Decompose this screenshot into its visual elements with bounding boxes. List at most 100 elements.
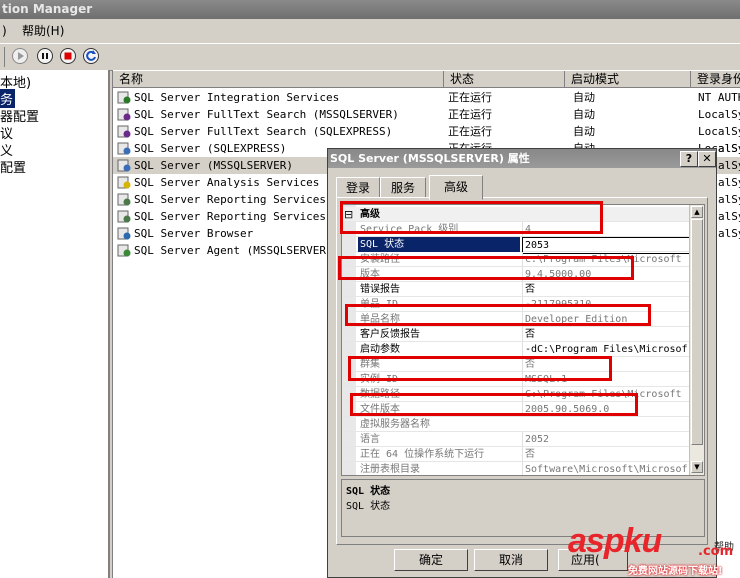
service-logon-fragment: alSy xyxy=(718,176,740,189)
property-name: 注册表根目录 xyxy=(360,464,420,475)
ok-button[interactable]: 确定 xyxy=(394,549,468,571)
service-logon-fragment: alSy xyxy=(718,210,740,223)
cube-icon xyxy=(117,175,131,189)
scroll-down-icon[interactable]: ▼ xyxy=(691,461,703,473)
scroll-up-icon[interactable]: ▲ xyxy=(691,206,703,218)
browser-icon xyxy=(117,226,131,240)
property-row[interactable]: 语言 2052 xyxy=(342,432,692,447)
service-start-mode: 自动 xyxy=(573,91,595,104)
service-row[interactable]: SQL Server Integration Services 正在运行 自动 NT … xyxy=(113,89,740,106)
stop-icon[interactable] xyxy=(60,48,76,64)
service-row[interactable]: SQL Server FullText Search (SQLEXPRESS) 正… xyxy=(113,123,740,140)
highlight-box xyxy=(348,356,612,381)
property-row[interactable]: SQL 状态 2053 xyxy=(342,237,692,254)
description-text: SQL 状态 xyxy=(346,501,391,512)
service-name: SQL Server (SQLEXPRESS) xyxy=(134,142,287,155)
report-icon xyxy=(117,209,131,223)
property-name: 启动参数 xyxy=(360,344,400,355)
service-logon: LocalSy xyxy=(698,108,740,121)
tree-item-client-config[interactable]: 配置 xyxy=(0,157,26,176)
help-button[interactable]: ? xyxy=(680,151,698,167)
abc-icon xyxy=(117,107,131,121)
service-name: SQL Server (MSSQLSERVER) xyxy=(134,159,293,172)
service-start-mode: 自动 xyxy=(573,125,595,138)
scroll-thumb[interactable] xyxy=(691,219,703,445)
property-name: 客户反馈报告 xyxy=(360,329,420,340)
highlight-box xyxy=(350,393,638,416)
service-name: SQL Server Analysis Services (MS xyxy=(134,176,346,189)
property-name: SQL 状态 xyxy=(358,237,520,252)
service-logon-fragment: alSy xyxy=(718,193,740,206)
description-title: SQL 状态 xyxy=(346,486,391,497)
service-name: SQL Server Agent (MSSQLSERVER) xyxy=(134,244,333,257)
property-row[interactable]: 客户反馈报告 否 xyxy=(342,327,692,342)
server-icon xyxy=(117,141,131,155)
service-logon-fragment: alSy xyxy=(718,142,740,155)
property-name: 错误报告 xyxy=(360,284,400,295)
restart-icon[interactable] xyxy=(83,48,99,64)
watermark-brand: aspku xyxy=(568,522,662,560)
report-icon xyxy=(117,192,131,206)
property-name: 语言 xyxy=(360,434,380,445)
highlight-box xyxy=(340,201,603,234)
property-row[interactable]: 启动参数 -dC:\Program Files\Microsof xyxy=(342,342,692,357)
abc-icon xyxy=(117,124,131,138)
service-name: SQL Server FullText Search (SQLEXPRESS) xyxy=(134,125,393,138)
property-value[interactable]: 否 xyxy=(522,447,690,462)
menu-item-action[interactable]: ) xyxy=(2,19,7,43)
service-name: SQL Server Reporting Services (M xyxy=(134,193,346,206)
service-logon: NT AUTH xyxy=(698,91,740,104)
property-value[interactable]: -dC:\Program Files\Microsof xyxy=(522,342,690,357)
gear-icon xyxy=(117,90,131,104)
tree-pane: 本地) 务 器配置 议 义 配置 xyxy=(0,70,110,578)
service-name: SQL Server FullText Search (MSSQLSERVER) xyxy=(134,108,399,121)
toolbar xyxy=(0,43,740,71)
menu-bar: ) 帮助(H) xyxy=(0,19,740,43)
service-logon-fragment: alSy xyxy=(718,159,740,172)
service-logon: LocalSy xyxy=(698,125,740,138)
service-row[interactable]: SQL Server FullText Search (MSSQLSERVER)… xyxy=(113,106,740,123)
highlight-box xyxy=(345,304,651,326)
window-title: tion Manager xyxy=(0,0,740,19)
property-row[interactable]: 虚拟服务器名称 xyxy=(342,417,692,432)
server-icon xyxy=(117,158,131,172)
pause-icon[interactable] xyxy=(37,48,53,64)
property-value[interactable]: 2052 xyxy=(522,432,690,447)
service-state: 正在运行 xyxy=(448,108,492,121)
column-header-name[interactable]: 名称 xyxy=(113,71,444,88)
service-name: SQL Server Browser xyxy=(134,227,254,240)
agent-icon xyxy=(117,243,131,257)
property-value[interactable]: Software\Microsoft\Microsof xyxy=(522,462,690,475)
service-state: 正在运行 xyxy=(448,125,492,138)
property-value[interactable]: 否 xyxy=(522,327,690,342)
service-name: SQL Server Integration Services xyxy=(134,91,340,104)
toolbar-separator xyxy=(4,47,5,67)
tab-logon[interactable]: 登录 xyxy=(336,177,380,198)
property-name: 虚拟服务器名称 xyxy=(360,419,430,430)
column-header-state[interactable]: 状态 xyxy=(444,71,565,88)
property-value[interactable]: 否 xyxy=(522,282,690,297)
site-watermark: 帮助 aspku .com 免费网站源码下载站! xyxy=(566,520,740,578)
property-name: 正在 64 位操作系统下运行 xyxy=(360,449,485,460)
tab-service[interactable]: 服务 xyxy=(380,177,426,198)
cancel-button[interactable]: 取消 xyxy=(474,549,548,571)
service-start-mode: 自动 xyxy=(573,108,595,121)
vertical-scrollbar[interactable]: ▲ ▼ xyxy=(689,205,704,475)
highlight-box xyxy=(338,256,634,280)
watermark-tagline: 免费网站源码下载站! xyxy=(628,566,723,577)
property-row[interactable]: 注册表根目录 Software\Microsoft\Microsof xyxy=(342,462,692,475)
service-logon-fragment: alSy xyxy=(718,227,740,240)
start-icon[interactable] xyxy=(12,48,28,64)
dialog-title: SQL Server (MSSQLSERVER) 属性 xyxy=(328,149,716,168)
menu-item-help[interactable]: 帮助(H) xyxy=(22,19,64,43)
column-header-start-mode[interactable]: 启动模式 xyxy=(565,71,691,88)
property-row[interactable]: 错误报告 否 xyxy=(342,282,692,297)
column-header-logon[interactable]: 登录身份 xyxy=(691,71,740,88)
property-grid: ⊟ 高级 Service Pack 级别 4 SQL 状态 2053 安装路径 c:\Pr… xyxy=(341,204,705,476)
service-state: 正在运行 xyxy=(448,91,492,104)
close-button[interactable]: ✕ xyxy=(698,151,716,167)
tab-advanced[interactable]: 高级 xyxy=(429,175,483,200)
property-row[interactable]: 正在 64 位操作系统下运行 否 xyxy=(342,447,692,462)
service-name: SQL Server Reporting Services (S xyxy=(134,210,346,223)
watermark-tld: .com xyxy=(698,544,734,559)
